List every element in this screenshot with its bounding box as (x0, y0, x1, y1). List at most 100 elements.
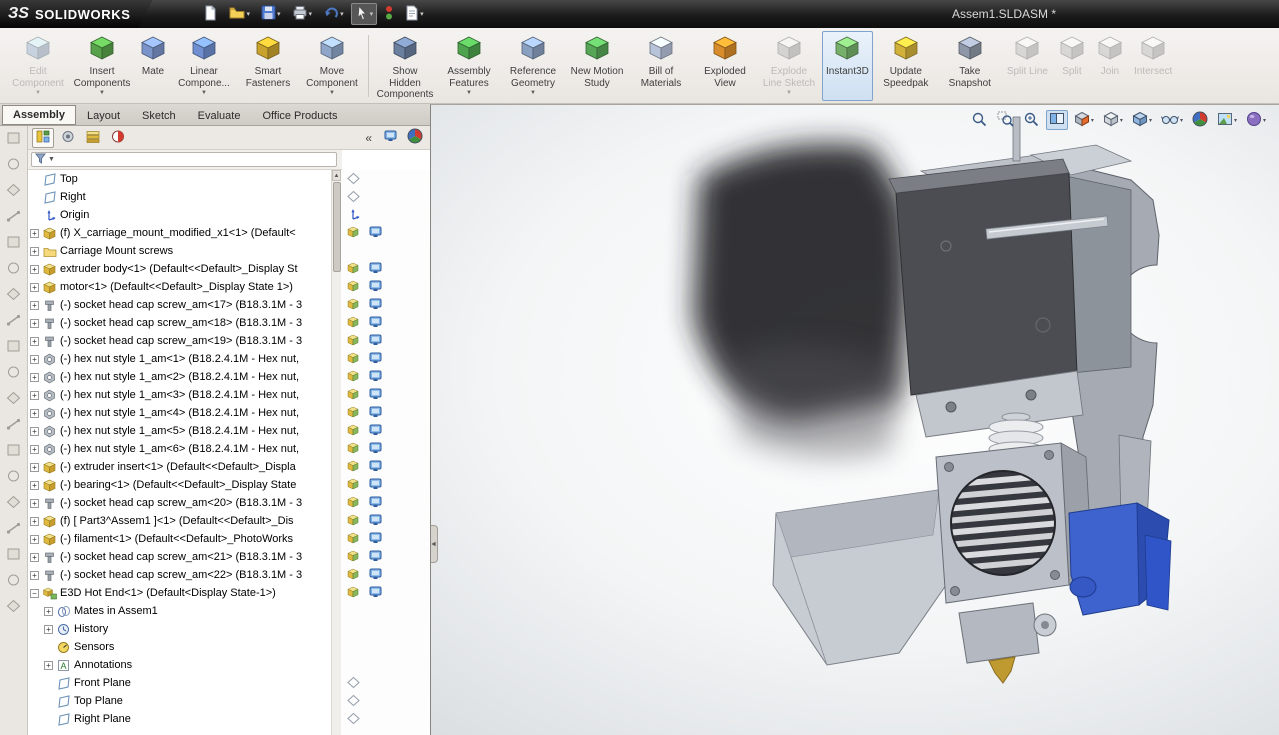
filter-dropdown-caret[interactable]: ▼ (48, 156, 55, 163)
ribbon-button-reference-geometry[interactable]: Reference Geometry▼ (502, 31, 564, 101)
left-toolbar-button-14[interactable] (5, 469, 23, 486)
dropdown-caret[interactable]: ▼ (786, 90, 792, 96)
dropdown-caret[interactable]: ▼ (530, 90, 536, 96)
tree-item-hex-nut-style-1-am-4-b[interactable]: +(-) hex nut style 1_am<4> (B18.2.4.1M -… (28, 404, 331, 422)
left-toolbar-button-15[interactable] (5, 495, 23, 512)
save-button[interactable]: ▾ (257, 3, 285, 25)
display-component-icon[interactable] (347, 586, 359, 601)
tree-item-mates-in-assem1[interactable]: +Mates in Assem1 (28, 602, 331, 620)
tree-item-extruder-insert-1-defa[interactable]: +(-) extruder insert<1> (Default<<Defaul… (28, 458, 331, 476)
filter-funnel-icon[interactable] (35, 153, 46, 167)
tree-item-socket-head-cap-screw-am[interactable]: +(-) socket head cap screw_am<21> (B18.3… (28, 548, 331, 566)
ribbon-button-exploded-view[interactable]: Exploded View (694, 31, 756, 101)
tree-item-socket-head-cap-screw-am[interactable]: +(-) socket head cap screw_am<20> (B18.3… (28, 494, 331, 512)
left-toolbar-button-3[interactable] (5, 183, 23, 200)
display-state-icon[interactable] (369, 586, 382, 601)
display-component-icon[interactable] (347, 352, 359, 367)
left-toolbar-button-8[interactable] (5, 313, 23, 330)
apply-scene-button[interactable]: ▾ (1214, 110, 1240, 130)
expand-toggle[interactable]: + (30, 301, 39, 310)
ribbon-button-show-hidden-components[interactable]: Show Hidden Components (374, 31, 436, 101)
left-toolbar-button-2[interactable] (5, 157, 23, 174)
left-toolbar-button-5[interactable] (5, 235, 23, 252)
display-state-icon[interactable] (369, 478, 382, 493)
expand-toggle[interactable]: + (30, 373, 39, 382)
display-component-icon[interactable] (347, 262, 359, 277)
displaymanager-tab[interactable] (107, 128, 129, 148)
tree-item-history[interactable]: +History (28, 620, 331, 638)
ribbon-button-linear-compone[interactable]: Linear Compone...▼ (173, 31, 235, 101)
display-plane-icon[interactable] (347, 712, 360, 728)
tree-item-sensors[interactable]: Sensors (28, 638, 331, 656)
tree-item-carriage-mount-screws[interactable]: +Carriage Mount screws (28, 242, 331, 260)
display-component-icon[interactable] (347, 316, 359, 331)
display-state-icon[interactable] (369, 298, 382, 313)
dropdown-caret[interactable]: ▾ (1091, 117, 1094, 124)
tree-item-hex-nut-style-1-am-2-b[interactable]: +(-) hex nut style 1_am<2> (B18.2.4.1M -… (28, 368, 331, 386)
left-toolbar-button-13[interactable] (5, 443, 23, 460)
print-button[interactable]: ▾ (288, 3, 317, 25)
expand-toggle[interactable]: + (30, 409, 39, 418)
rebuild-button[interactable] (380, 3, 398, 25)
tab-layout[interactable]: Layout (76, 105, 131, 125)
tab-evaluate[interactable]: Evaluate (187, 105, 252, 125)
dropdown-caret[interactable]: ▼ (466, 90, 472, 96)
display-state-icon[interactable] (369, 370, 382, 385)
scrollbar-thumb[interactable] (333, 182, 341, 272)
expand-toggle[interactable]: + (30, 445, 39, 454)
ribbon-button-assembly-features[interactable]: Assembly Features▼ (438, 31, 500, 101)
graphics-viewport[interactable]: ▾▾▾▾▾▾ ◄ (430, 104, 1279, 735)
display-style-button[interactable]: ▾ (1129, 110, 1155, 130)
display-state-icon[interactable] (369, 352, 382, 367)
display-pane-collapse-button[interactable]: « (361, 131, 376, 145)
display-component-icon[interactable] (347, 568, 359, 583)
tab-assembly[interactable]: Assembly (2, 105, 76, 125)
magnified-selection-button[interactable] (1020, 110, 1043, 130)
tree-item-annotations[interactable]: +AAnnotations (28, 656, 331, 674)
dropdown-caret[interactable]: ▾ (1234, 117, 1237, 124)
display-state-icon[interactable] (369, 262, 382, 277)
tab-office-products[interactable]: Office Products (251, 105, 348, 125)
expand-toggle[interactable]: + (30, 517, 39, 526)
expand-toggle[interactable]: + (30, 391, 39, 400)
display-plane-icon[interactable] (347, 190, 360, 206)
dropdown-caret[interactable]: ▾ (1180, 117, 1183, 124)
left-toolbar-button-19[interactable] (5, 599, 23, 616)
dropdown-caret[interactable]: ▾ (247, 10, 251, 18)
tree-item-right[interactable]: Right (28, 188, 331, 206)
select-button[interactable]: ▾ (351, 3, 378, 25)
tree-item-top[interactable]: Top (28, 170, 331, 188)
tree-item-extruder-body-1-default-d[interactable]: +extruder body<1> (Default<<Default>_Dis… (28, 260, 331, 278)
zoom-to-fit-button[interactable] (968, 110, 991, 130)
left-toolbar-button-9[interactable] (5, 339, 23, 356)
view-settings-button[interactable]: ▾ (1243, 110, 1269, 130)
display-component-icon[interactable] (347, 334, 359, 349)
expand-toggle[interactable]: + (30, 265, 39, 274)
expand-toggle[interactable]: + (44, 607, 53, 616)
expand-toggle[interactable]: − (30, 589, 39, 598)
expand-toggle[interactable]: + (30, 427, 39, 436)
display-state-icon[interactable] (369, 334, 382, 349)
display-component-icon[interactable] (347, 532, 359, 547)
left-toolbar-button-4[interactable] (5, 209, 23, 226)
view-orientation-button[interactable]: ▾ (1100, 110, 1126, 130)
tree-item-f-x-carriage-mount-modifie[interactable]: +(f) X_carriage_mount_modified_x1<1> (De… (28, 224, 331, 242)
tree-item-socket-head-cap-screw-am[interactable]: +(-) socket head cap screw_am<22> (B18.3… (28, 566, 331, 584)
left-toolbar-button-16[interactable] (5, 521, 23, 538)
expand-toggle[interactable]: + (30, 499, 39, 508)
display-state-icon[interactable] (369, 388, 382, 403)
expand-toggle[interactable]: + (30, 229, 39, 238)
display-component-icon[interactable] (347, 478, 359, 493)
display-component-icon[interactable] (347, 442, 359, 457)
featuremanager-tab[interactable] (32, 128, 54, 148)
dropdown-caret[interactable]: ▼ (35, 90, 41, 96)
expand-toggle[interactable]: + (30, 553, 39, 562)
tree-item-bearing-1-default-def[interactable]: +(-) bearing<1> (Default<<Default>_Displ… (28, 476, 331, 494)
dropdown-caret[interactable]: ▾ (340, 10, 344, 18)
tree-item-f-part3-assem1-1-def[interactable]: +(f) [ Part3^Assem1 ]<1> (Default<<Defau… (28, 512, 331, 530)
expand-toggle[interactable]: + (30, 355, 39, 364)
display-state-icon[interactable] (369, 460, 382, 475)
dropdown-caret[interactable]: ▾ (277, 10, 281, 18)
display-origin-icon[interactable] (347, 208, 360, 224)
expand-toggle[interactable]: + (30, 319, 39, 328)
